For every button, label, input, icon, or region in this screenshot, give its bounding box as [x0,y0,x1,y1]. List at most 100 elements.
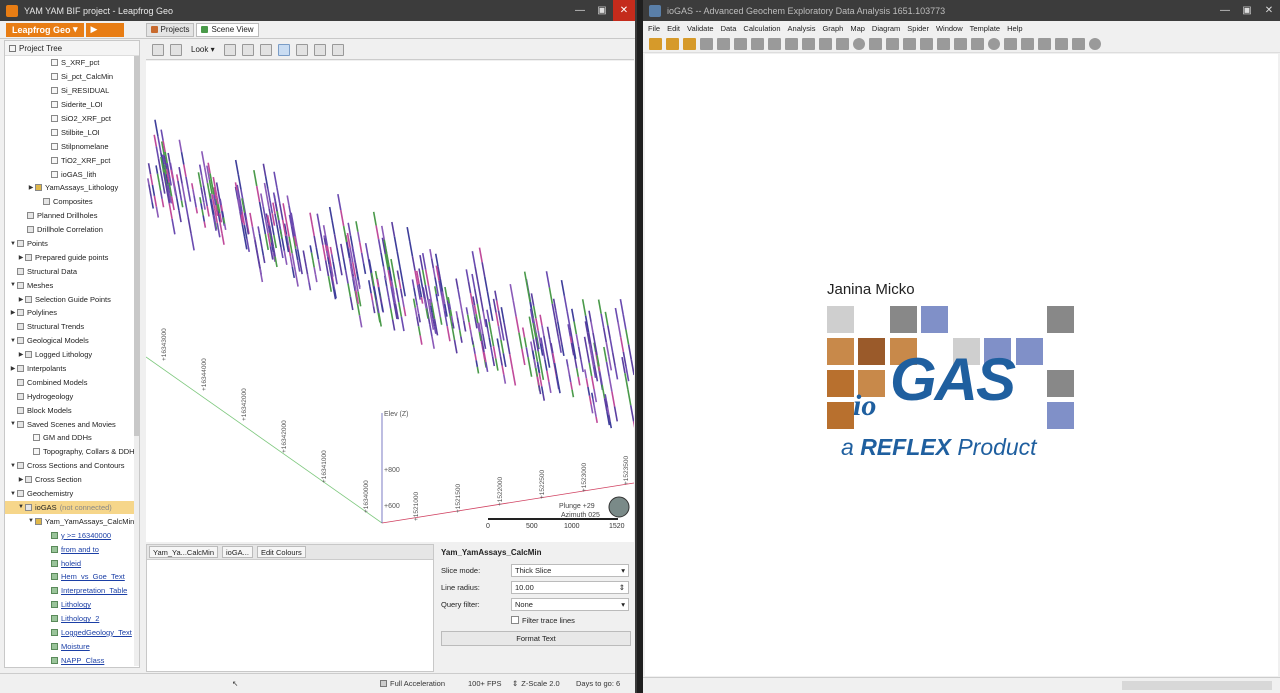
menu-diagram[interactable]: Diagram [872,24,900,33]
menu-data[interactable]: Data [721,24,737,33]
tab-calcmin[interactable]: Yam_Ya...CalcMin [149,546,218,558]
tree-item[interactable]: ▶ Prepared guide points [5,250,139,264]
tree-item[interactable]: Hydrogeology [5,389,139,403]
minimize-button[interactable]: — [569,0,591,21]
pencil-icon[interactable] [331,43,344,56]
menu-help[interactable]: Help [1007,24,1022,33]
polygon-icon[interactable] [869,37,882,50]
tools-icon[interactable] [170,43,182,56]
table-icon[interactable] [700,37,713,50]
print-icon[interactable] [1021,37,1034,50]
scene-view-canvas[interactable]: +16343000 +16344000 +16342000 +16342000 +163… [146,61,634,542]
expanded-arrow-icon[interactable]: ▼ [9,491,17,497]
menu-template[interactable]: Template [970,24,1000,33]
menu-graph[interactable]: Graph [822,24,843,33]
open-folder-icon[interactable] [649,37,662,50]
tree-item[interactable]: GM and DDHs [5,431,139,445]
pick-icon[interactable] [295,43,308,56]
close-button[interactable]: ✕ [1258,0,1280,21]
tree-item[interactable]: ▼ ioGAS (not connected) [5,500,139,515]
menu-calculation[interactable]: Calculation [743,24,780,33]
menu-spider[interactable]: Spider [907,24,929,33]
tree-item[interactable]: ▶ Interpolants [5,362,139,376]
checkbox-box[interactable] [511,616,519,624]
tree-item[interactable]: Drillhole Correlation [5,223,139,237]
slice-mode-select[interactable]: Thick Slice ▾ [511,564,629,577]
compass-icon[interactable] [608,496,630,518]
tree-item[interactable]: Lithology [5,598,139,612]
expanded-arrow-icon[interactable]: ▼ [9,421,17,427]
full-accel-toggle[interactable]: Full Acceleration [380,679,445,688]
histogram-icon[interactable] [785,37,798,50]
ternary-icon[interactable] [920,37,933,50]
tree-item[interactable]: Siderite_LOI [5,98,139,112]
horizontal-scrollbar[interactable] [1122,681,1272,690]
tab-iogas[interactable]: ioGA... [222,546,253,558]
line-radius-input[interactable]: 10.00 ⇕ [511,581,629,594]
tree-scrollbar[interactable] [134,56,139,666]
select-icon[interactable] [886,37,899,50]
tree-item[interactable]: ▶ Polylines [5,306,139,320]
tree-item[interactable]: LoggedGeology_Text [5,626,139,640]
line-icon[interactable] [937,37,950,50]
menu-analysis[interactable]: Analysis [788,24,816,33]
collapsed-arrow-icon[interactable]: ▶ [17,476,25,483]
expanded-arrow-icon[interactable]: ▼ [9,338,17,344]
save-icon[interactable] [666,37,679,50]
filter-icon[interactable] [836,37,849,50]
tree-item[interactable]: ▼ Geological Models [5,334,139,348]
export-icon[interactable] [1004,37,1017,50]
tree-item[interactable]: Stilbite_LOI [5,125,139,139]
menu-validate[interactable]: Validate [687,24,714,33]
tab-projects[interactable]: Projects [145,22,195,37]
format-text-button[interactable]: Format Text [441,631,631,646]
settings-icon[interactable] [1072,37,1085,50]
spider-icon[interactable] [971,37,984,50]
import-icon[interactable] [683,37,696,50]
probability-icon[interactable] [954,37,967,50]
tree-item[interactable]: ▶ Selection Guide Points [5,292,139,306]
paint-icon[interactable] [313,43,326,56]
tree-item[interactable]: Moisture [5,639,139,653]
tree-item[interactable]: Topography, Collars & DDH [5,445,139,459]
expanded-arrow-icon[interactable]: ▼ [9,463,17,469]
tree-item[interactable]: ▼ Cross Sections and Contours [5,459,139,473]
tree-item[interactable]: Stilpnomelane [5,139,139,153]
leapfrog-brand-menu[interactable]: Leapfrog Geo ▾ [6,22,84,37]
minimize-button[interactable]: — [1214,0,1236,21]
tree-item[interactable]: Si_pct_CalcMin [5,70,139,84]
collapsed-arrow-icon[interactable]: ▶ [17,351,25,358]
tree-item[interactable]: Interpretation_Table [5,584,139,598]
tree-item[interactable]: ▶ Cross Section [5,473,139,487]
tab-edit-colours[interactable]: Edit Colours [256,546,306,558]
menu-window[interactable]: Window [936,24,963,33]
map-icon[interactable] [988,37,1000,50]
tree-item[interactable]: ▶ YamAssays_Lithology [5,181,139,195]
collapsed-arrow-icon[interactable]: ▶ [27,184,35,191]
tree-item[interactable]: TiO2_XRF_pct [5,153,139,167]
tree-item[interactable]: ▶ Logged Lithology [5,348,139,362]
collapsed-arrow-icon[interactable]: ▶ [17,254,25,261]
xy-plot-icon[interactable] [903,37,916,50]
menu-map[interactable]: Map [850,24,865,33]
close-button[interactable]: ✕ [613,0,635,21]
expanded-arrow-icon[interactable]: ▼ [17,504,25,510]
tree-item[interactable]: from and to [5,542,139,556]
tree-item[interactable]: Structural Data [5,264,139,278]
stats-icon[interactable] [751,37,764,50]
info-icon[interactable] [1089,37,1101,50]
column-icon[interactable] [734,37,747,50]
box-icon[interactable] [819,37,832,50]
tree-item[interactable]: Lithology_2 [5,612,139,626]
select-pointer-icon[interactable] [277,43,290,56]
expanded-arrow-icon[interactable]: ▼ [9,241,17,247]
circle-icon[interactable] [853,37,865,50]
tree-item[interactable]: ▼ Points [5,237,139,251]
tree-item[interactable]: ▼ Saved Scenes and Movies [5,417,139,431]
tree-item[interactable]: SiO2_XRF_pct [5,112,139,126]
zscale-control[interactable]: ⇕ Z-Scale 2.0 [512,679,560,688]
tree-item[interactable]: Planned Drillholes [5,209,139,223]
tree-item[interactable]: S_XRF_pct [5,56,139,70]
tree-item[interactable]: ▼ Geochemistry [5,487,139,501]
query-filter-select[interactable]: None ▾ [511,598,629,611]
